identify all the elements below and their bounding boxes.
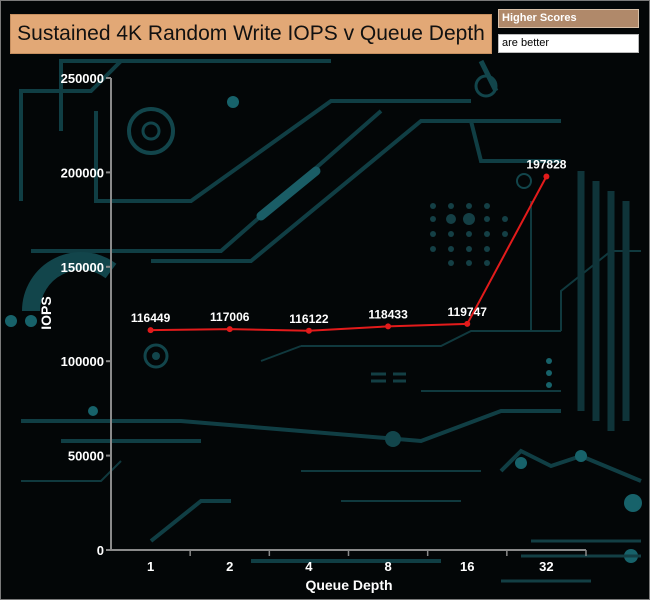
higher-scores-label: Higher Scores (498, 9, 639, 28)
chart-frame: 0 50000 100000 150000 200000 250000 1 2 4 8 16 32 … (0, 0, 650, 600)
x-tick-label: 8 (384, 559, 391, 574)
data-point (147, 327, 154, 334)
chart-title: Sustained 4K Random Write IOPS v Queue D… (17, 22, 485, 45)
data-labels: 116449 117006 116122 118433 119747 197828 (131, 158, 567, 326)
data-point (464, 320, 471, 327)
x-tick-label: 1 (147, 559, 154, 574)
data-label: 197828 (526, 158, 566, 172)
y-tick-label: 200000 (61, 165, 104, 180)
x-tick-label: 4 (305, 559, 313, 574)
x-axis-ticks: 1 2 4 8 16 32 (147, 550, 587, 574)
x-tick-label: 16 (460, 559, 474, 574)
data-point (226, 326, 233, 333)
y-tick-label: 50000 (68, 449, 104, 464)
x-tick-label: 32 (539, 559, 553, 574)
data-label: 116449 (131, 311, 171, 325)
data-label: 119747 (448, 305, 488, 319)
are-better-label: are better (498, 34, 639, 53)
y-tick-label: 100000 (61, 354, 104, 369)
data-point (305, 327, 312, 334)
x-tick-label: 2 (226, 559, 233, 574)
y-axis-ticks: 0 50000 100000 150000 200000 250000 (61, 71, 111, 558)
y-tick-label: 250000 (61, 71, 104, 86)
data-points (147, 173, 550, 334)
y-axis-title: IOPS (38, 296, 54, 329)
x-axis-title: Queue Depth (305, 577, 392, 593)
data-point (543, 173, 550, 180)
data-label: 117006 (210, 310, 250, 324)
data-point (385, 323, 392, 330)
y-tick-label: 0 (97, 543, 104, 558)
y-tick-label: 150000 (61, 260, 104, 275)
series-line (150, 176, 548, 332)
data-label: 118433 (368, 307, 408, 321)
line-chart: 050000100000150000200000250000 1 2 4 8 16 32 … (38, 71, 587, 593)
data-label: 116122 (289, 312, 329, 326)
chart-title-box: Sustained 4K Random Write IOPS v Queue D… (10, 14, 492, 54)
